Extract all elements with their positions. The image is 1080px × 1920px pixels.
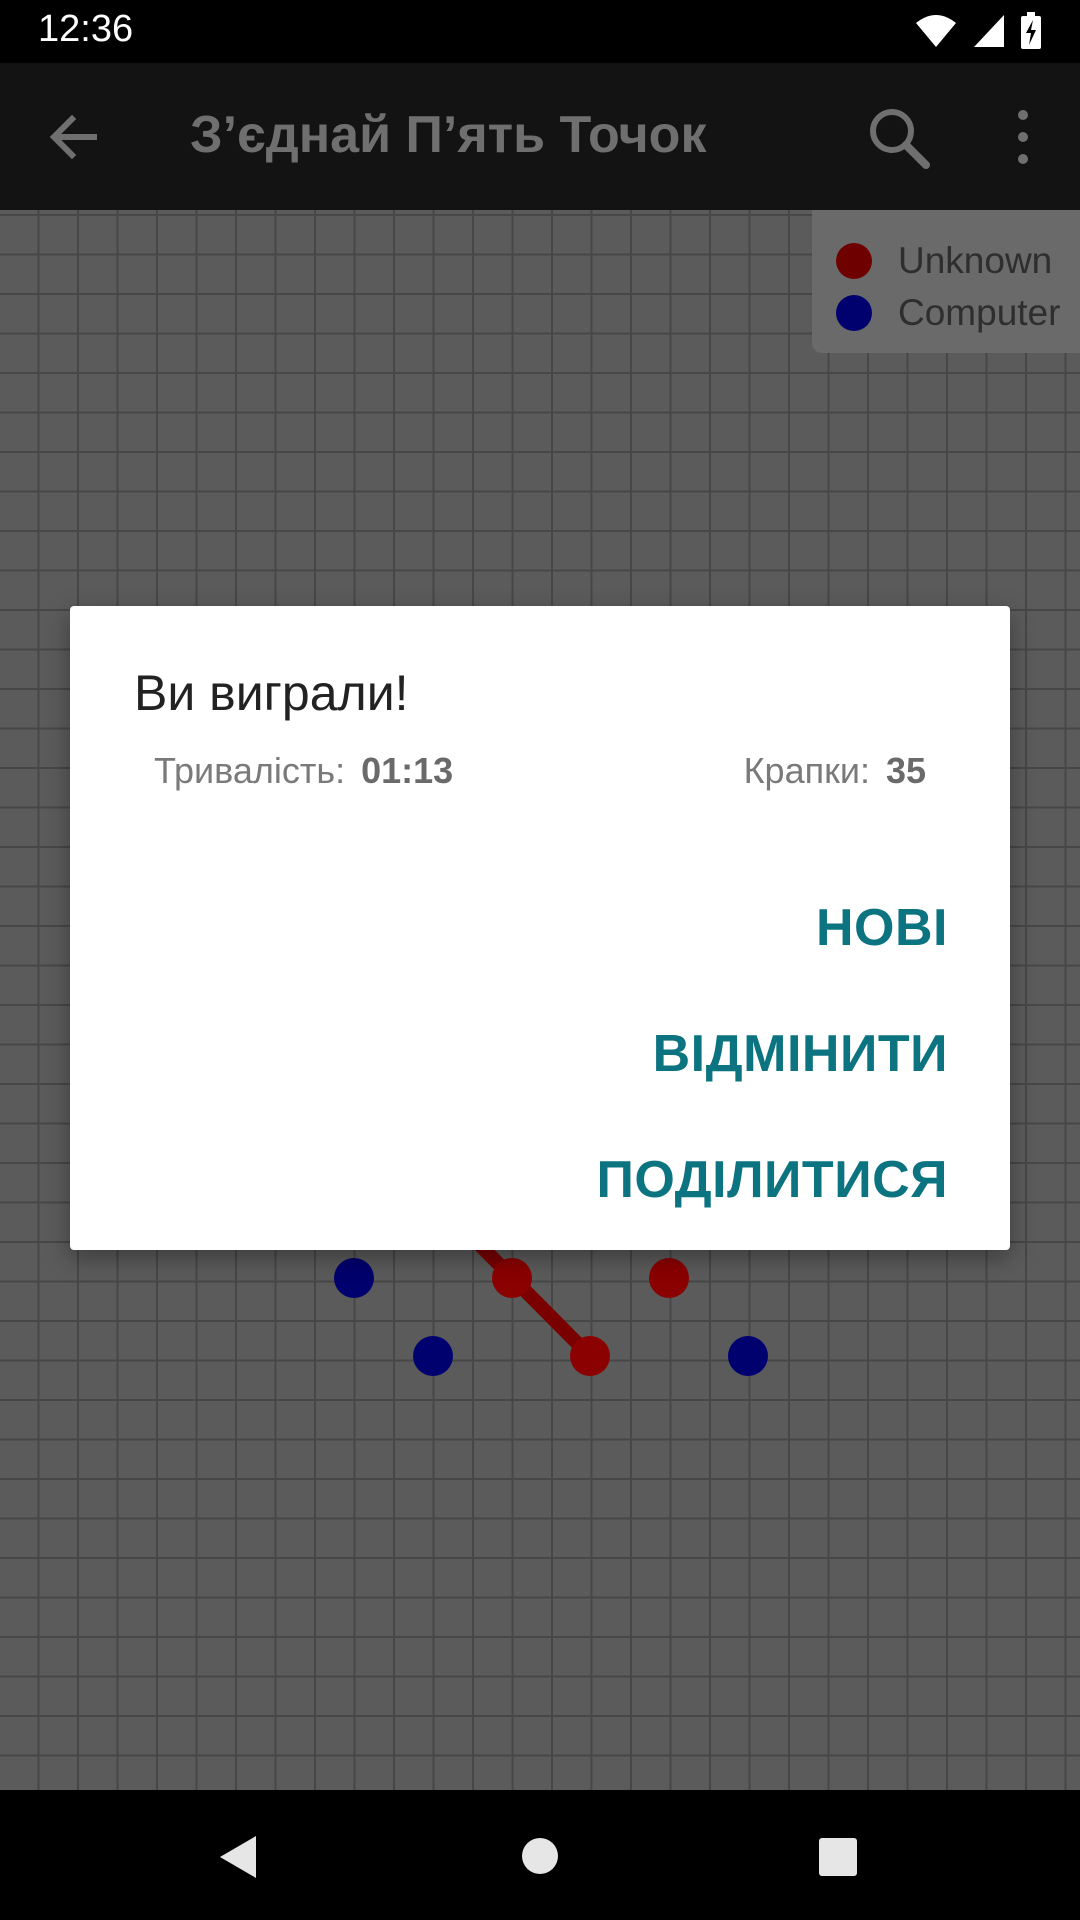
dots-stat: Крапки: 35 [744, 750, 926, 792]
duration-label: Тривалість: [154, 750, 346, 791]
legend-label: Unknown [898, 240, 1053, 281]
nav-home-icon[interactable] [521, 1837, 559, 1875]
duration-stat: Тривалість: 01:13 [154, 750, 453, 792]
nav-recents-icon[interactable] [818, 1837, 858, 1877]
duration-value: 01:13 [361, 750, 454, 791]
blue-dot [728, 1336, 768, 1376]
dots-label: Крапки: [743, 750, 870, 791]
win-dialog: Ви виграли! Тривалість: 01:13 Крапки: 35 Н… [70, 606, 1010, 1250]
red-player-dot [836, 243, 872, 279]
dots-value: 35 [885, 750, 926, 791]
blue-player-dot [836, 295, 872, 331]
blue-dot [334, 1258, 374, 1298]
system-nav-bar [0, 1790, 1080, 1920]
undo-button[interactable]: ВІДМІНИТИ [653, 1024, 948, 1084]
blue-dot [413, 1336, 453, 1376]
legend-row-computer: Computer [836, 292, 1060, 334]
dialog-title: Ви виграли! [134, 665, 409, 721]
nav-back-icon[interactable] [218, 1834, 258, 1880]
legend-row-unknown: Unknown [836, 240, 1052, 282]
legend-label: Computer [898, 292, 1061, 333]
new-game-button[interactable]: НОВІ [816, 898, 948, 958]
share-button[interactable]: ПОДІЛИТИСЯ [596, 1150, 948, 1210]
red-dot [492, 1258, 532, 1298]
red-dot [649, 1258, 689, 1298]
players-legend: Unknown Computer [812, 210, 1080, 353]
red-dot [570, 1336, 610, 1376]
